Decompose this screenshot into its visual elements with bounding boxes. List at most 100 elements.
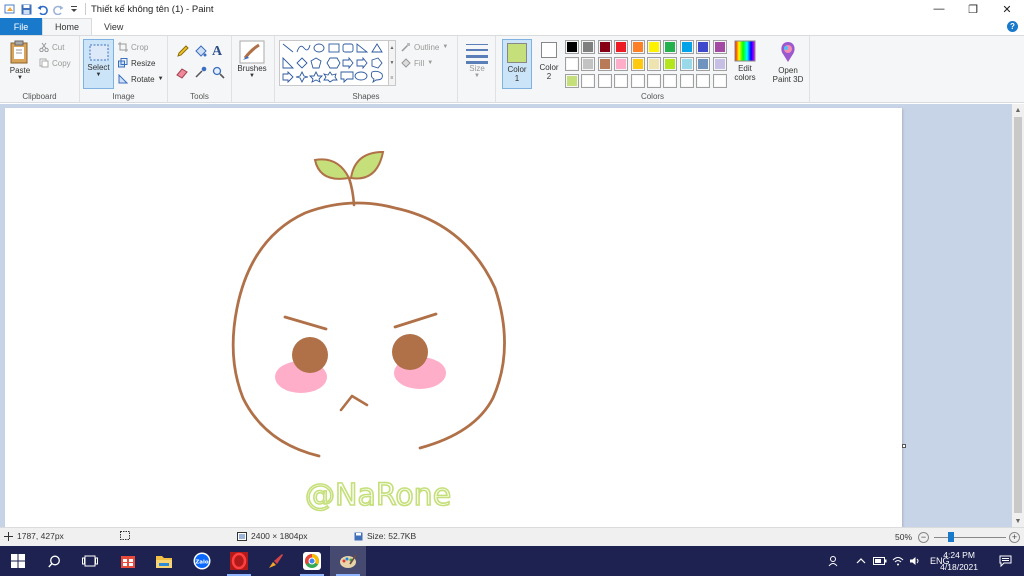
palette-swatch[interactable] — [663, 40, 678, 54]
palette-swatch[interactable] — [581, 40, 596, 54]
clock[interactable]: 4:24 PM 4/18/2021 — [940, 549, 978, 573]
shapes-scroll[interactable]: ▲ ▼ ≡ — [388, 40, 396, 86]
palette-swatch[interactable] — [679, 40, 694, 54]
palette-swatch[interactable] — [630, 40, 645, 54]
close-button[interactable]: ✕ — [990, 0, 1024, 18]
taskbar-chrome[interactable] — [294, 546, 330, 576]
palette-swatch[interactable] — [565, 40, 579, 54]
palette-swatch[interactable] — [696, 57, 711, 71]
taskbar-opera[interactable] — [221, 546, 257, 576]
volume-icon[interactable] — [909, 556, 921, 566]
palette-swatch[interactable] — [614, 57, 629, 71]
minimize-button[interactable]: — — [922, 0, 956, 18]
palette-swatch[interactable] — [614, 74, 629, 88]
resize-label: Resize — [131, 58, 156, 68]
copy-button[interactable]: Copy — [39, 58, 71, 68]
zoom-slider-track[interactable] — [934, 537, 1006, 538]
scroll-up-arrow[interactable]: ▲ — [1012, 104, 1024, 116]
zoom-out-button[interactable]: − — [918, 532, 929, 543]
taskbar-file-explorer[interactable] — [146, 546, 182, 576]
crop-button[interactable]: Crop — [118, 42, 148, 52]
rotate-button[interactable]: Rotate ▼ — [118, 74, 164, 84]
show-hidden-icons-chevron[interactable] — [856, 557, 866, 565]
customize-qat-icon[interactable] — [68, 3, 80, 15]
palette-swatch[interactable] — [679, 57, 694, 71]
tab-home[interactable]: Home — [42, 18, 93, 35]
drawing-canvas[interactable]: @NaRone — [5, 108, 902, 527]
palette-swatch[interactable] — [679, 74, 694, 88]
canvas-resize-handle[interactable] — [902, 444, 906, 448]
wifi-icon[interactable] — [892, 556, 904, 566]
paste-button[interactable]: Paste ▼ — [6, 40, 34, 81]
palette-swatch[interactable] — [565, 57, 579, 71]
people-icon[interactable] — [828, 555, 840, 567]
restore-button[interactable]: ❐ — [956, 0, 990, 18]
scroll-thumb[interactable] — [1014, 117, 1022, 513]
palette-swatch[interactable] — [647, 57, 661, 71]
scroll-down-arrow[interactable]: ▼ — [1012, 515, 1024, 527]
taskbar-zalo[interactable]: Zalo — [184, 546, 220, 576]
task-view-button[interactable] — [72, 546, 108, 576]
text-tool-icon[interactable]: A — [212, 44, 222, 60]
palette-swatch[interactable] — [647, 74, 661, 88]
paint-app-icon[interactable] — [4, 3, 16, 15]
palette-swatch[interactable] — [712, 74, 727, 88]
undo-icon[interactable] — [36, 3, 48, 15]
magnifier-icon[interactable] — [212, 66, 225, 79]
start-button[interactable] — [0, 546, 36, 576]
help-icon[interactable]: ? — [1007, 21, 1018, 32]
palette-swatch-fill — [698, 59, 709, 69]
tab-file[interactable]: File — [0, 18, 42, 35]
crop-label: Crop — [131, 42, 149, 52]
palette-swatch[interactable] — [581, 74, 596, 88]
taskbar-paint[interactable] — [330, 546, 366, 576]
palette-swatch[interactable] — [696, 74, 711, 88]
palette-swatch[interactable] — [597, 74, 612, 88]
battery-icon[interactable] — [873, 556, 887, 566]
fill-bucket-icon[interactable] — [194, 45, 207, 58]
tab-view[interactable]: View — [92, 18, 135, 35]
outline-button[interactable]: Outline ▼ — [401, 42, 448, 52]
color2-button[interactable]: Color 2 — [536, 42, 562, 81]
select-button[interactable]: Select ▼ — [83, 39, 114, 89]
color-picker-icon[interactable] — [194, 66, 207, 79]
paint3d-icon — [777, 40, 799, 64]
palette-swatch[interactable] — [630, 57, 645, 71]
palette-swatch[interactable] — [663, 74, 678, 88]
palette-swatch[interactable] — [712, 57, 727, 71]
edit-colors-button[interactable]: Edit colors — [732, 40, 758, 82]
zoom-in-button[interactable]: + — [1009, 532, 1020, 543]
brushes-label: Brushes — [237, 64, 267, 73]
colors-group: Color 1 Color 2 Edit colors Colors — [496, 36, 810, 103]
palette-swatch[interactable] — [565, 74, 579, 88]
palette-swatch[interactable] — [712, 40, 727, 54]
palette-swatch[interactable] — [597, 40, 612, 54]
zoom-slider-thumb[interactable] — [948, 532, 954, 542]
palette-swatch[interactable] — [614, 40, 629, 54]
palette-swatch-fill — [714, 76, 725, 86]
action-center-button[interactable] — [990, 546, 1020, 576]
shapes-gallery[interactable] — [279, 40, 394, 86]
redo-icon[interactable] — [52, 3, 64, 15]
search-button[interactable] — [36, 546, 72, 576]
eraser-icon[interactable] — [176, 66, 189, 79]
tools-group: A Tools — [168, 36, 232, 103]
palette-swatch[interactable] — [647, 40, 661, 54]
palette-swatch[interactable] — [663, 57, 678, 71]
taskbar-app-brush[interactable] — [258, 546, 294, 576]
size-button[interactable]: Size ▼ — [463, 42, 491, 79]
palette-swatch[interactable] — [581, 57, 596, 71]
save-icon[interactable] — [20, 3, 32, 15]
resize-button[interactable]: Resize — [118, 58, 155, 68]
palette-swatch[interactable] — [696, 40, 711, 54]
vertical-scrollbar[interactable]: ▲ ▼ — [1012, 104, 1024, 527]
fill-button[interactable]: Fill ▼ — [401, 58, 433, 68]
brushes-button[interactable]: Brushes ▼ — [234, 40, 270, 79]
pencil-icon[interactable] — [176, 45, 189, 58]
palette-swatch[interactable] — [597, 57, 612, 71]
taskbar-app-store[interactable] — [110, 546, 146, 576]
color1-button[interactable]: Color 1 — [502, 39, 532, 89]
open-paint3d-button[interactable]: Open Paint 3D — [768, 40, 808, 84]
palette-swatch[interactable] — [630, 74, 645, 88]
cut-button[interactable]: Cut — [39, 42, 64, 52]
